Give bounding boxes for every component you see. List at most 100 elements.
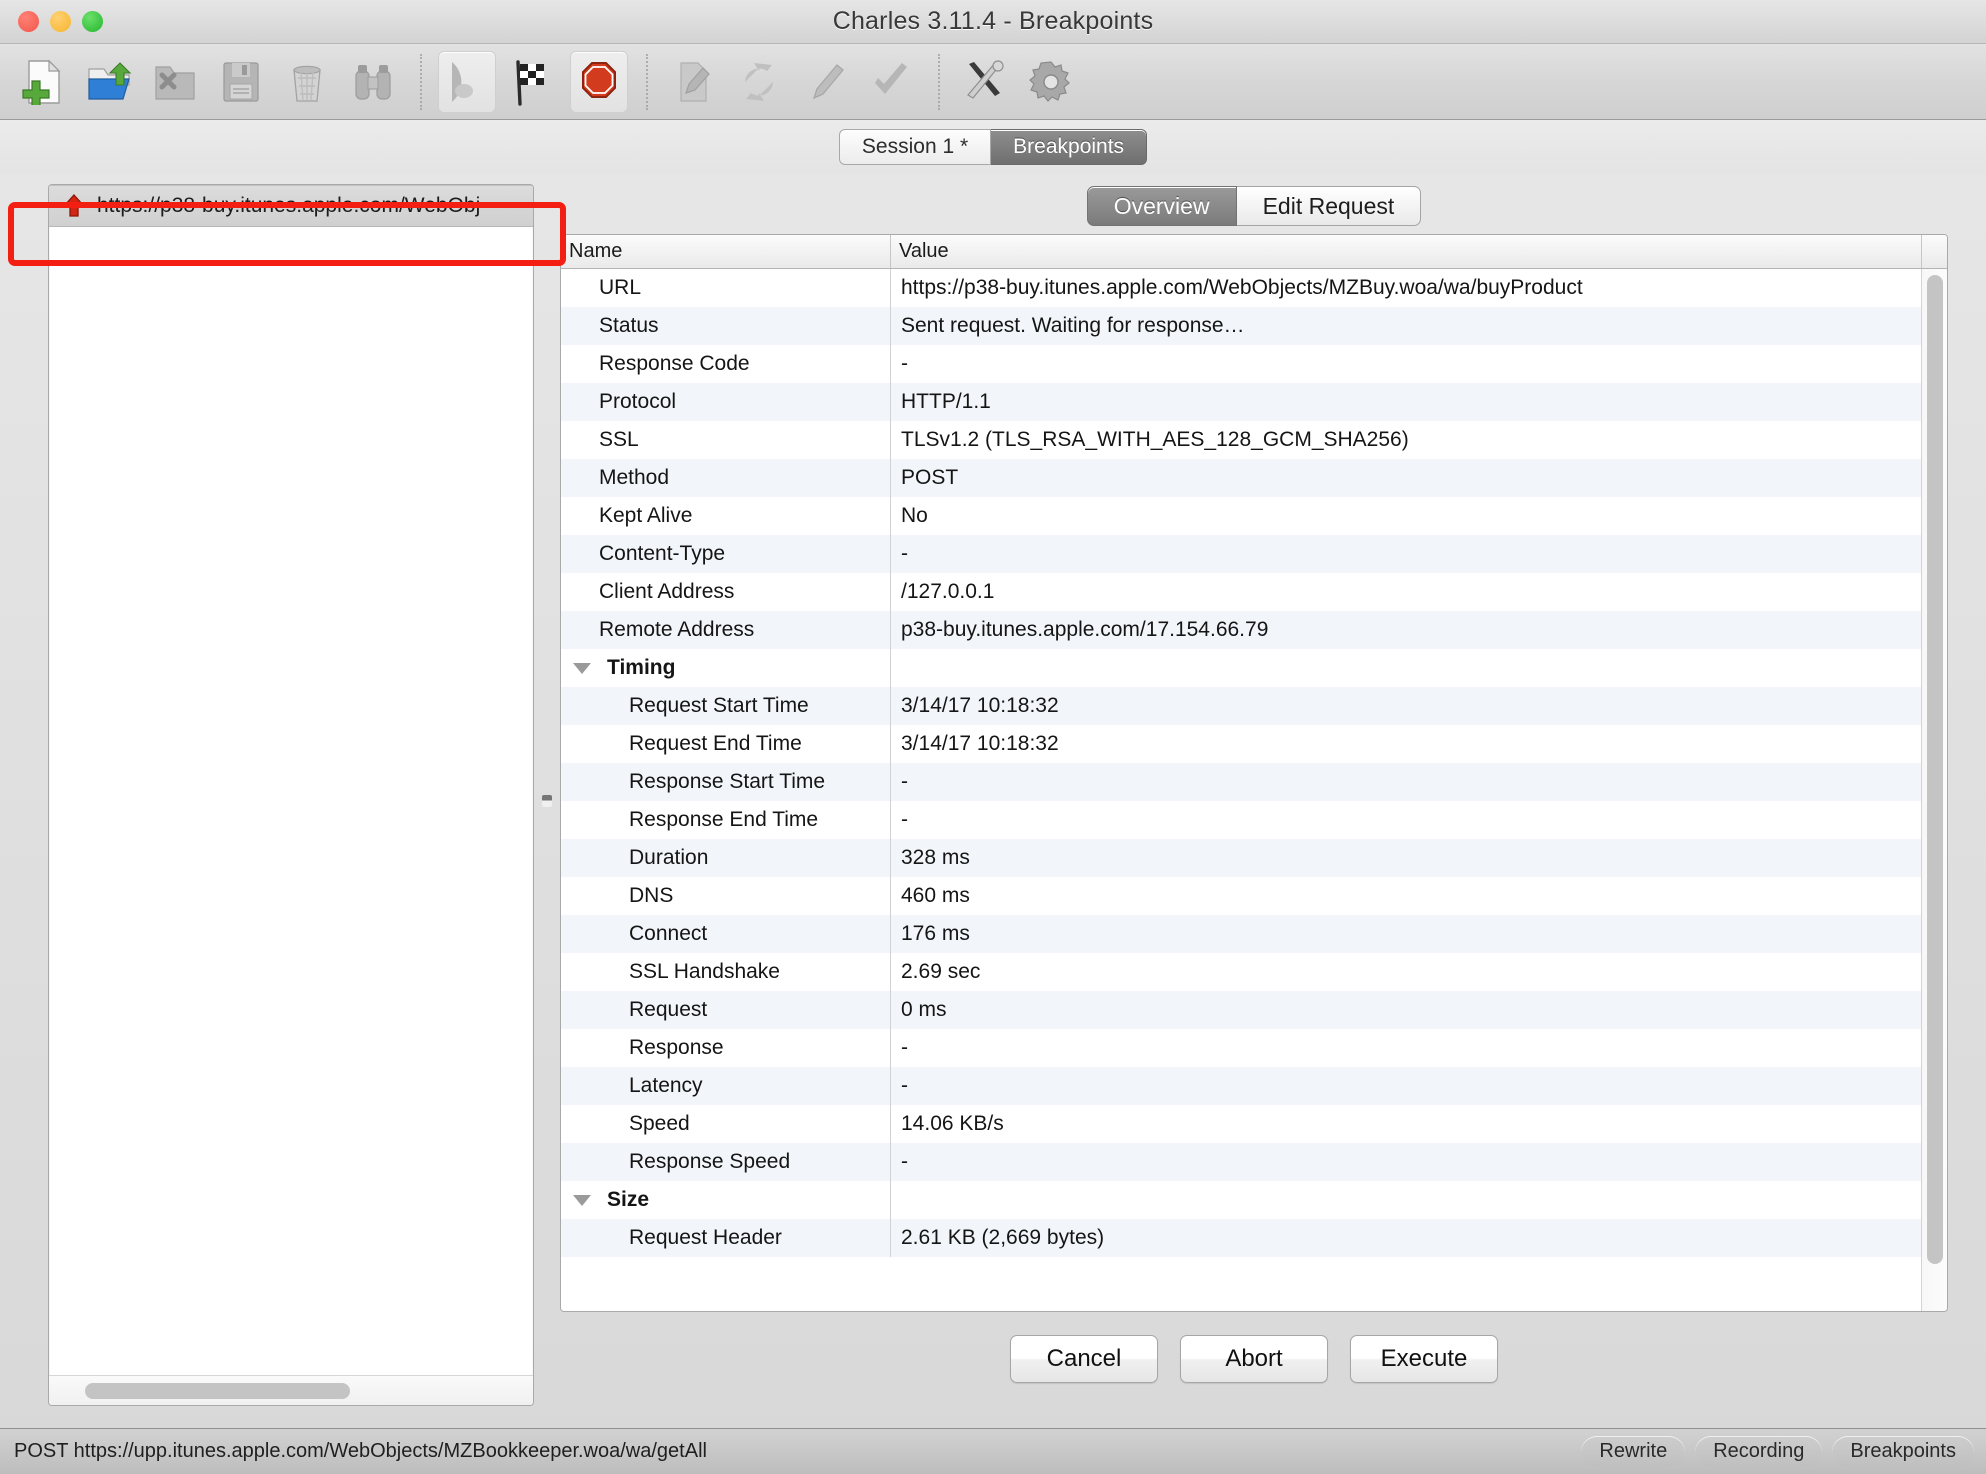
- title-bar: Charles 3.11.4 - Breakpoints: [0, 0, 1986, 44]
- toolbar-separator-2: [646, 53, 648, 110]
- table-row[interactable]: Response -: [561, 1029, 1921, 1067]
- table-cell-name: DNS: [561, 877, 891, 915]
- table-row[interactable]: URL https://p38-buy.itunes.apple.com/WebO…: [561, 269, 1921, 307]
- tab-overview[interactable]: Overview: [1086, 186, 1237, 226]
- table-row[interactable]: SSL TLSv1.2 (TLS_RSA_WITH_AES_128_GCM_SHA…: [561, 421, 1921, 459]
- close-button[interactable]: [18, 11, 39, 32]
- list-item[interactable]: https://p38-buy.itunes.apple.com/WebObj: [49, 185, 533, 227]
- table-cell-value: 2.69 sec: [901, 960, 981, 983]
- table-cell-value: -: [901, 542, 908, 565]
- v-scrollbar[interactable]: [1921, 269, 1947, 1311]
- table-row[interactable]: Request 0 ms: [561, 991, 1921, 1029]
- execute-button[interactable]: Execute: [1350, 1335, 1498, 1383]
- panel-splitter[interactable]: [534, 174, 560, 1428]
- stop-sign-icon[interactable]: [570, 50, 628, 113]
- table-row[interactable]: Latency -: [561, 1067, 1921, 1105]
- table-cell-value: https://p38-buy.itunes.apple.com/WebObje…: [901, 276, 1583, 299]
- table-row[interactable]: Content-Type -: [561, 535, 1921, 573]
- table-row[interactable]: Response Code -: [561, 345, 1921, 383]
- splitter-grip-icon[interactable]: [542, 795, 552, 807]
- table-row[interactable]: Client Address/127.0.0.1: [561, 573, 1921, 611]
- table-cell-value: p38-buy.itunes.apple.com/17.154.66.79: [901, 618, 1269, 641]
- checkered-flag-icon[interactable]: [504, 51, 562, 113]
- table-row[interactable]: Response End Time -: [561, 801, 1921, 839]
- table-row[interactable]: Request Header 2.61 KB (2,669 bytes): [561, 1219, 1921, 1257]
- table-row[interactable]: Speed 14.06 KB/s: [561, 1105, 1921, 1143]
- table-row[interactable]: Method POST: [561, 459, 1921, 497]
- detail-tabstrip: Overview Edit Request: [560, 182, 1948, 230]
- column-header-value[interactable]: Value: [891, 235, 1921, 268]
- column-header-name[interactable]: Name: [561, 235, 891, 268]
- close-folder-icon[interactable]: [146, 51, 204, 113]
- table-row[interactable]: Protocol HTTP/1.1: [561, 383, 1921, 421]
- table-row[interactable]: Remote Address p38-buy.itunes.apple.com/1…: [561, 611, 1921, 649]
- table-cell-value: -: [901, 352, 908, 375]
- binoculars-icon[interactable]: [344, 51, 402, 113]
- table-row[interactable]: Response Start Time -: [561, 763, 1921, 801]
- floppy-disk-icon[interactable]: [212, 51, 270, 113]
- table-group-row[interactable]: Size: [561, 1181, 1921, 1219]
- table-row[interactable]: Request End Time 3/14/17 10:18:32: [561, 725, 1921, 763]
- tab-edit-request[interactable]: Edit Request: [1236, 186, 1422, 226]
- breakpoint-listbox[interactable]: https://p38-buy.itunes.apple.com/WebObj: [48, 184, 534, 1406]
- table-row[interactable]: Connect 176 ms: [561, 915, 1921, 953]
- table-cell-name: Status: [561, 307, 891, 345]
- record-icon[interactable]: [438, 50, 496, 113]
- status-pill-recording[interactable]: Recording: [1695, 1435, 1823, 1468]
- table-cell-value: HTTP/1.1: [901, 390, 991, 413]
- pen-icon[interactable]: [796, 51, 854, 113]
- h-scrollbar[interactable]: [49, 1375, 533, 1405]
- new-document-icon[interactable]: [14, 51, 72, 113]
- table-cell-value: 176 ms: [901, 922, 970, 945]
- table-row[interactable]: Request Start Time 3/14/17 10:18:32: [561, 687, 1921, 725]
- trash-can-icon[interactable]: [278, 51, 336, 113]
- table-cell-name: Request: [561, 991, 891, 1029]
- pencil-document-icon[interactable]: [664, 51, 722, 113]
- table-row[interactable]: Response Speed -: [561, 1143, 1921, 1181]
- cancel-button[interactable]: Cancel: [1010, 1335, 1158, 1383]
- disclosure-triangle-icon[interactable]: [573, 662, 591, 674]
- table-cell-name: Response Code: [561, 345, 891, 383]
- gear-icon[interactable]: [1022, 51, 1080, 113]
- disclosure-triangle-icon[interactable]: [573, 1194, 591, 1206]
- v-scrollbar-thumb[interactable]: [1927, 275, 1943, 1264]
- table-group-row[interactable]: Timing: [561, 649, 1921, 687]
- tab-breakpoints[interactable]: Breakpoints: [991, 129, 1148, 165]
- table-cell-name: Latency: [561, 1067, 891, 1105]
- status-pill-rewrite[interactable]: Rewrite: [1581, 1435, 1686, 1468]
- table-row[interactable]: SSL Handshake 2.69 sec: [561, 953, 1921, 991]
- table-cell-value: -: [901, 808, 908, 831]
- table-row[interactable]: Status Sent request. Waiting for response…: [561, 307, 1921, 345]
- table-cell-name: Response Speed: [561, 1143, 891, 1181]
- minimize-button[interactable]: [50, 11, 71, 32]
- zoom-button[interactable]: [82, 11, 103, 32]
- table-cell-name: Request End Time: [561, 725, 891, 763]
- checkmark-icon[interactable]: [862, 51, 920, 113]
- breakpoint-list-scroll[interactable]: https://p38-buy.itunes.apple.com/WebObj: [49, 185, 533, 1375]
- table-group-label: Size: [607, 1188, 650, 1211]
- table-row[interactable]: Duration 328 ms: [561, 839, 1921, 877]
- traffic-lights: [18, 11, 103, 32]
- table-cell-name: Timing: [561, 649, 891, 687]
- table-cell-value: -: [901, 1150, 908, 1173]
- table-cell-name: Method: [561, 459, 891, 497]
- repeat-arrows-icon[interactable]: [730, 51, 788, 113]
- tab-session-1[interactable]: Session 1 *: [838, 129, 992, 165]
- toolbar-separator-3: [938, 53, 940, 110]
- table-body: URL https://p38-buy.itunes.apple.com/WebO…: [561, 269, 1947, 1311]
- abort-button[interactable]: Abort: [1180, 1335, 1328, 1383]
- table-cell-value: POST: [901, 466, 959, 489]
- table-cell-name: Size: [561, 1181, 891, 1219]
- status-pill-breakpoints[interactable]: Breakpoints: [1832, 1435, 1974, 1468]
- table-cell-name: Request Header: [561, 1219, 891, 1257]
- tools-icon[interactable]: [956, 51, 1014, 113]
- open-folder-icon[interactable]: [80, 51, 138, 113]
- h-scrollbar-thumb[interactable]: [85, 1382, 350, 1399]
- breakpoint-list-panel: https://p38-buy.itunes.apple.com/WebObj: [0, 174, 566, 1428]
- table-row[interactable]: Kept Alive No: [561, 497, 1921, 535]
- overview-table: Name Value URL https://p38-buy.itunes.app…: [560, 234, 1948, 1312]
- table-cell-value: /127.0.0.1: [901, 580, 995, 603]
- table-row[interactable]: DNS 460 ms: [561, 877, 1921, 915]
- table-cell-value: -: [901, 770, 908, 793]
- table-cell-value: 328 ms: [901, 846, 970, 869]
